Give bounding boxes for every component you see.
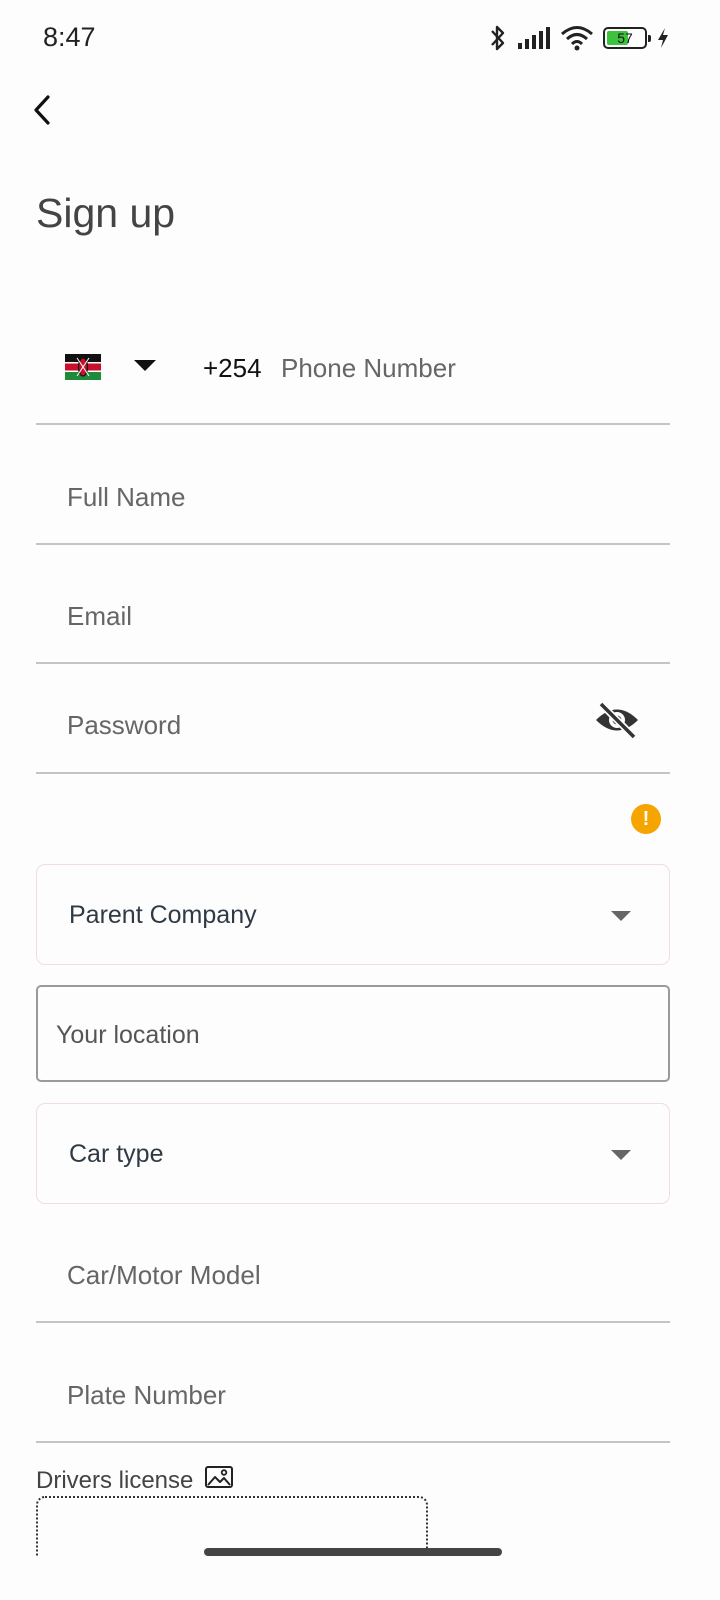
email-field[interactable]: Email [36,546,670,664]
chevron-left-icon [30,94,54,131]
drivers-license-label-row: Drivers license [36,1466,234,1495]
full-name-label: Full Name [67,482,186,512]
warning-icon: ! [631,804,661,834]
location-input[interactable] [56,1017,636,1053]
password-field[interactable]: Password [36,665,670,774]
phone-number-input[interactable] [281,348,661,388]
back-button[interactable] [22,92,62,132]
phone-field: +254 [36,320,670,425]
page-title: Sign up [36,190,176,236]
car-model-field[interactable]: Car/Motor Model [36,1204,670,1323]
status-bar: 8:47 57 [0,0,720,78]
charging-icon [656,27,670,49]
plate-number-label: Plate Number [67,1380,226,1410]
wifi-icon [560,25,594,51]
bluetooth-icon [488,23,508,53]
status-icons: 57 [488,22,670,54]
battery-icon: 57 [603,27,651,49]
plate-number-field[interactable]: Plate Number [36,1324,670,1443]
full-name-field[interactable]: Full Name [36,426,670,545]
country-dropdown-caret[interactable] [134,360,156,371]
eye-off-icon[interactable] [592,695,642,745]
parent-company-label: Parent Company [69,901,257,929]
car-type-dropdown[interactable]: Car type [36,1103,670,1204]
car-model-label: Car/Motor Model [67,1260,261,1290]
car-type-label: Car type [69,1140,164,1168]
chevron-down-icon [611,1150,631,1160]
signal-icon [517,26,551,50]
status-time: 8:47 [43,22,96,52]
image-icon [205,1466,234,1495]
battery-level: 57 [617,30,633,46]
password-label: Password [67,710,182,740]
drivers-license-label: Drivers license [36,1466,194,1494]
dial-code: +254 [203,353,262,383]
chevron-down-icon [611,911,631,921]
home-indicator[interactable] [204,1548,502,1556]
location-field [36,985,670,1082]
kenya-flag-icon[interactable] [65,354,101,380]
parent-company-dropdown[interactable]: Parent Company [36,864,670,965]
drivers-license-upload[interactable] [36,1496,428,1556]
email-label: Email [67,601,133,631]
